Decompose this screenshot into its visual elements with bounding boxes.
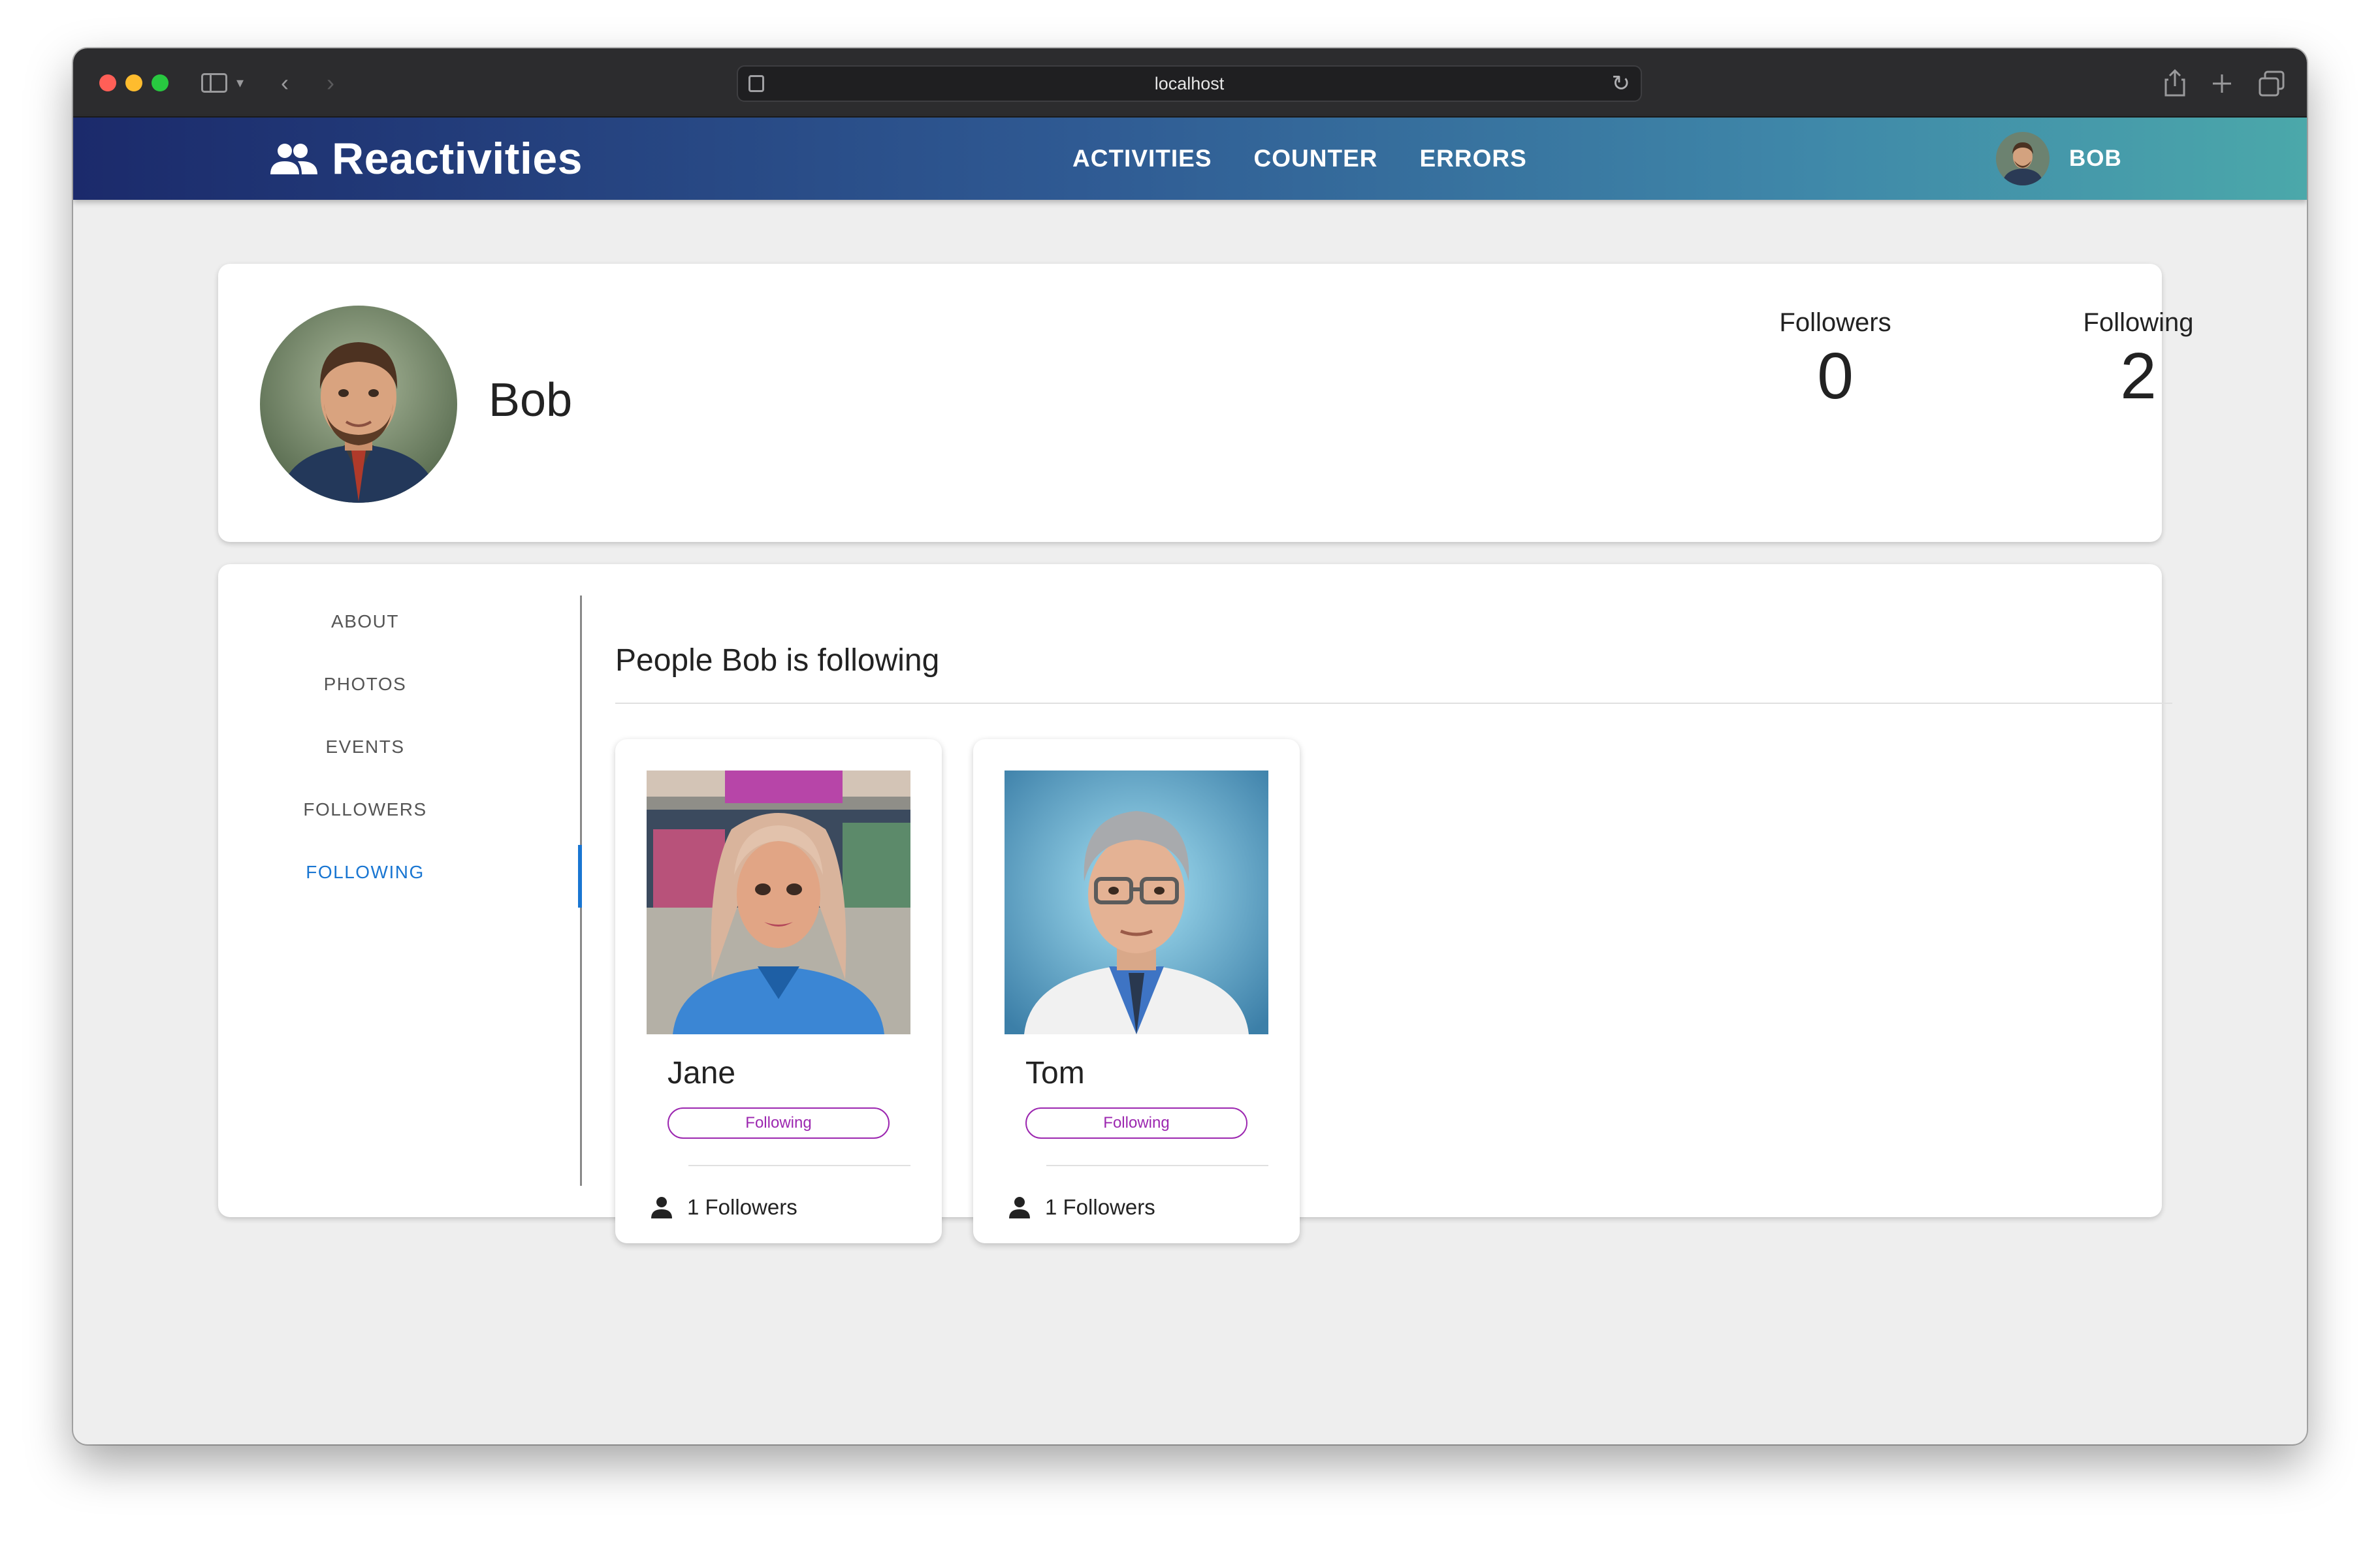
profile-card-name: Tom bbox=[1025, 1056, 1085, 1090]
chevron-down-icon[interactable]: ▾ bbox=[236, 67, 244, 99]
profile-tabs: ABOUT PHOTOS EVENTS FOLLOWERS FOLLOWING bbox=[218, 590, 512, 904]
brand-title: Reactivities bbox=[332, 134, 583, 183]
profile-card-jane[interactable]: Jane Following 1 Followers bbox=[615, 739, 942, 1243]
main-nav: ACTIVITIES COUNTER ERRORS bbox=[1072, 118, 1569, 200]
reload-icon[interactable]: ↻ bbox=[1612, 71, 1631, 97]
profile-avatar bbox=[260, 306, 457, 503]
user-avatar bbox=[1996, 132, 2050, 185]
profile-card-image bbox=[647, 770, 910, 1034]
following-stat: Following 2 bbox=[2040, 308, 2236, 412]
following-count: 2 bbox=[2120, 340, 2157, 413]
sidebar-toggle-icon[interactable] bbox=[201, 73, 227, 93]
tab-about[interactable]: ABOUT bbox=[218, 590, 512, 653]
user-name: BOB bbox=[2069, 146, 2122, 171]
back-icon[interactable]: ‹ bbox=[281, 67, 289, 99]
card-footer: 1 Followers bbox=[649, 1195, 797, 1220]
followers-label: Followers bbox=[1779, 308, 1891, 337]
profile-card-tom[interactable]: Tom Following 1 Followers bbox=[973, 739, 1300, 1243]
browser-toolbar: ▾ ‹ › localhost ↻ bbox=[73, 48, 2307, 118]
app-header: Reactivities ACTIVITIES COUNTER ERRORS B… bbox=[73, 118, 2307, 200]
followers-count: 0 bbox=[1817, 340, 1854, 413]
share-icon[interactable] bbox=[2162, 68, 2188, 98]
minimize-window-button[interactable] bbox=[125, 74, 142, 91]
url-text: localhost bbox=[1154, 74, 1225, 93]
tab-following[interactable]: FOLLOWING bbox=[218, 841, 512, 904]
section-title: People Bob is following bbox=[615, 643, 940, 678]
address-bar[interactable]: localhost ↻ bbox=[737, 65, 1642, 102]
profile-name: Bob bbox=[489, 374, 573, 426]
followers-count-text: 1 Followers bbox=[1045, 1195, 1155, 1219]
group-icon bbox=[270, 144, 317, 174]
forward-icon[interactable]: › bbox=[327, 67, 334, 99]
person-icon bbox=[1009, 1197, 1030, 1218]
following-chip: Following bbox=[1025, 1107, 1247, 1139]
nav-errors[interactable]: ERRORS bbox=[1419, 145, 1526, 172]
browser-window: ▾ ‹ › localhost ↻ Reactivities ACTIVITIE… bbox=[73, 48, 2307, 1444]
tab-events[interactable]: EVENTS bbox=[218, 716, 512, 778]
nav-counter[interactable]: COUNTER bbox=[1254, 145, 1378, 172]
active-tab-indicator bbox=[578, 845, 582, 908]
card-divider bbox=[1046, 1165, 1268, 1166]
profile-content: ABOUT PHOTOS EVENTS FOLLOWERS FOLLOWING … bbox=[218, 564, 2172, 1243]
card-footer: 1 Followers bbox=[1007, 1195, 1155, 1220]
new-tab-icon[interactable] bbox=[2209, 71, 2235, 97]
tab-overview-icon[interactable] bbox=[2257, 69, 2286, 98]
followers-count-text: 1 Followers bbox=[687, 1195, 797, 1219]
profile-header: Bob Followers 0 Following 2 bbox=[218, 264, 2193, 542]
following-label: Following bbox=[2083, 308, 2194, 337]
profile-card-name: Jane bbox=[667, 1056, 736, 1090]
close-window-button[interactable] bbox=[99, 74, 116, 91]
tab-followers[interactable]: FOLLOWERS bbox=[218, 778, 512, 841]
user-menu[interactable]: BOB bbox=[1996, 118, 2122, 200]
tab-photos[interactable]: PHOTOS bbox=[218, 653, 512, 716]
followers-stat: Followers 0 bbox=[1737, 308, 1933, 412]
nav-activities[interactable]: ACTIVITIES bbox=[1072, 145, 1212, 172]
section-divider bbox=[615, 703, 2172, 704]
following-chip: Following bbox=[667, 1107, 890, 1139]
profile-card-image bbox=[1005, 770, 1268, 1034]
card-divider bbox=[688, 1165, 910, 1166]
brand-link[interactable]: Reactivities bbox=[269, 118, 583, 200]
zoom-window-button[interactable] bbox=[152, 74, 169, 91]
person-icon bbox=[651, 1197, 672, 1218]
